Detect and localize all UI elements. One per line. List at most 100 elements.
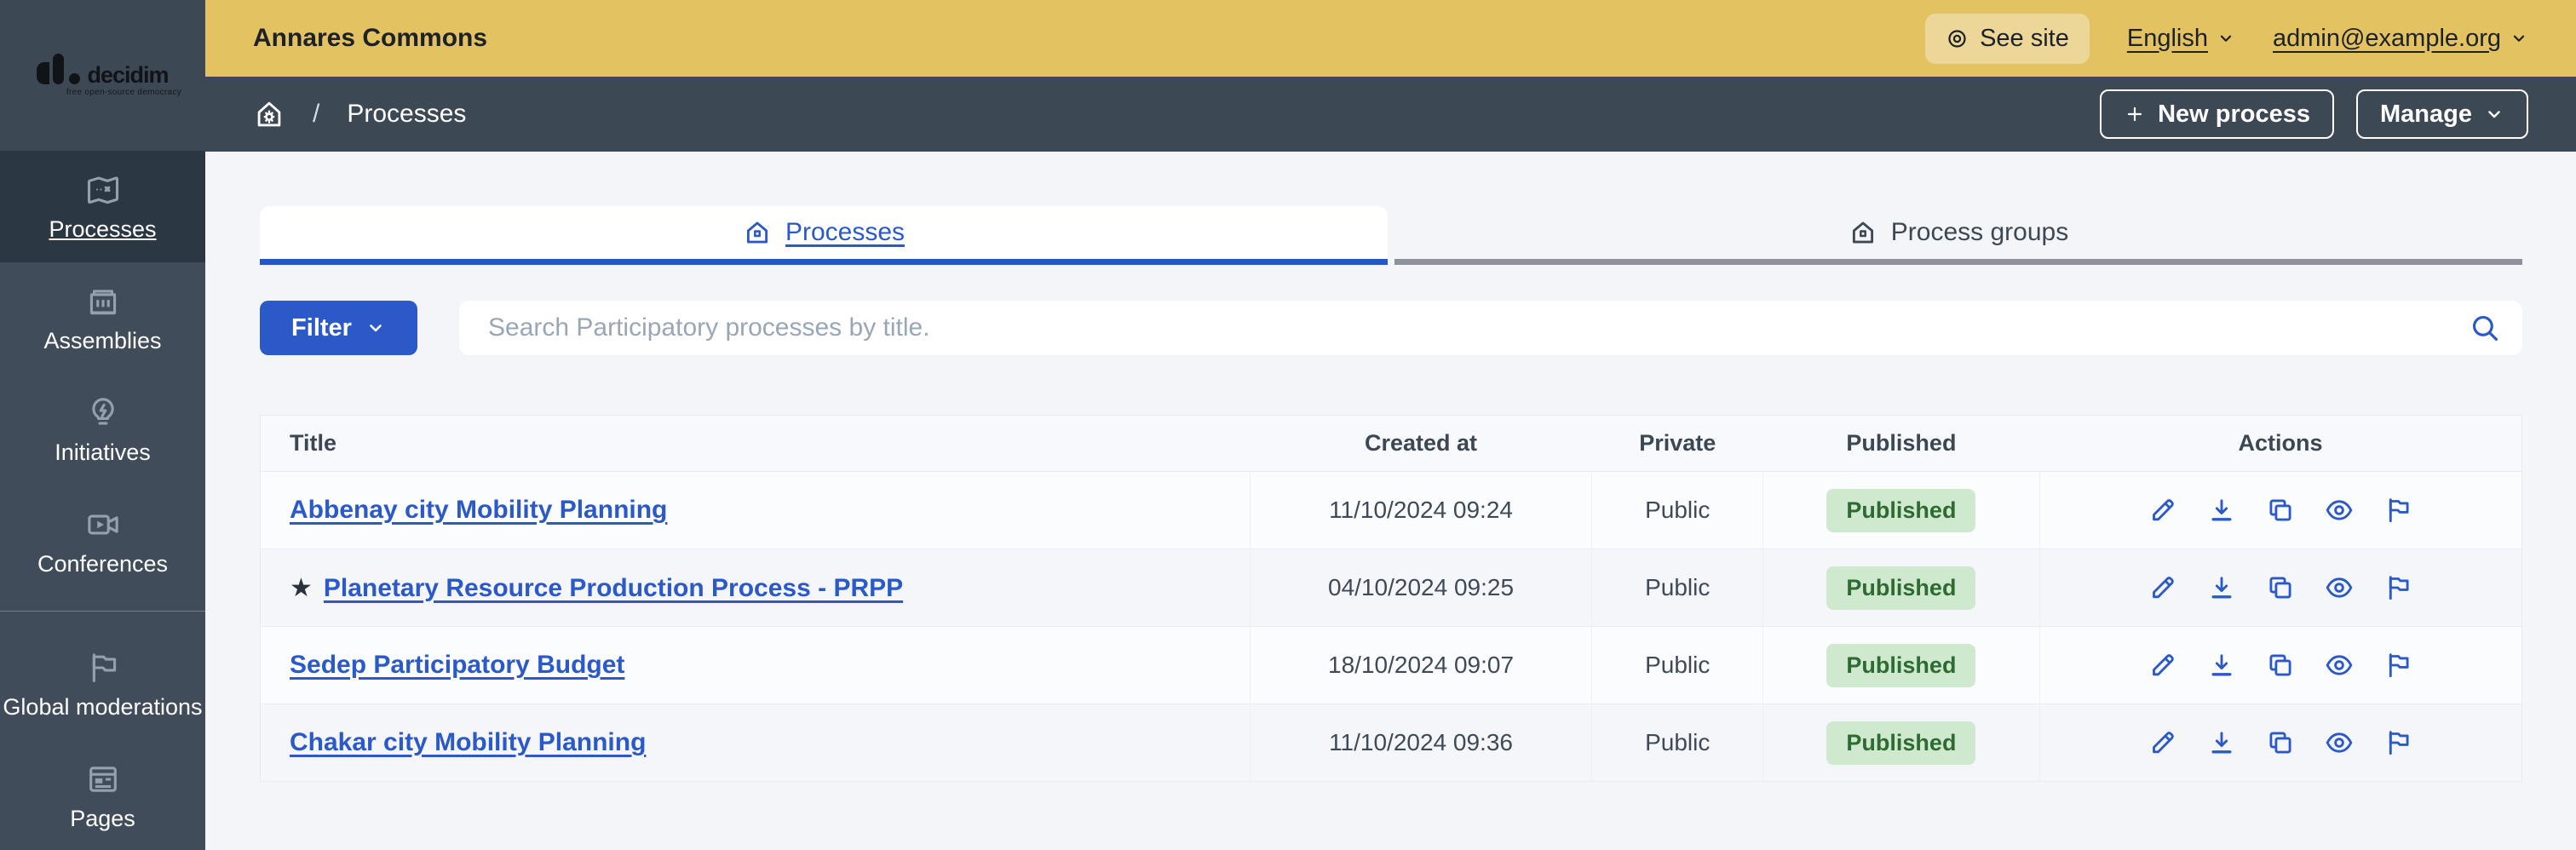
manage-label: Manage xyxy=(2380,100,2472,128)
duplicate-copy-icon[interactable] xyxy=(2265,572,2296,603)
moderation-flag-icon[interactable] xyxy=(2383,650,2413,681)
column-header-published: Published xyxy=(1762,415,2040,472)
space-tabs: Processes Process groups xyxy=(260,206,2522,265)
video-camera-icon xyxy=(84,506,122,543)
export-download-icon[interactable] xyxy=(2206,495,2237,526)
moderation-flag-icon[interactable] xyxy=(2383,727,2413,758)
created-at-cell: 11/10/2024 09:36 xyxy=(1249,704,1592,782)
sidebar-item-global-moderations[interactable]: Global moderations xyxy=(0,629,205,740)
organization-name: Annares Commons xyxy=(253,24,488,52)
decidim-logo-mark xyxy=(37,54,81,84)
search-input[interactable] xyxy=(488,313,2470,342)
export-download-icon[interactable] xyxy=(2206,727,2237,758)
process-title-link[interactable]: Sedep Participatory Budget xyxy=(290,651,624,679)
preview-eye-icon[interactable] xyxy=(2324,495,2355,526)
column-header-title: Title xyxy=(260,415,1251,472)
plus-icon xyxy=(2124,103,2146,125)
private-cell: Public xyxy=(1591,548,1763,627)
edit-pencil-icon[interactable] xyxy=(2148,727,2178,758)
process-title-link[interactable]: Abbenay city Mobility Planning xyxy=(290,496,667,524)
breadcrumb-home-link[interactable] xyxy=(253,98,285,130)
table-header-row: Title Created at Private Published Actio… xyxy=(260,415,2522,472)
manage-button[interactable]: Manage xyxy=(2356,89,2528,139)
breadcrumb: / Processes xyxy=(253,98,466,130)
language-label: English xyxy=(2126,24,2208,52)
preview-eye-icon[interactable] xyxy=(2324,727,2355,758)
search-box xyxy=(459,301,2522,355)
published-badge: Published xyxy=(1826,643,1976,687)
see-site-button[interactable]: See site xyxy=(1925,13,2090,64)
sidebar-item-label: Initiatives xyxy=(55,439,151,465)
edit-pencil-icon[interactable] xyxy=(2148,495,2178,526)
processes-table-wrap: Title Created at Private Published Actio… xyxy=(260,415,2522,782)
table-row: ★ Planetary Resource Production Process -… xyxy=(260,548,2522,627)
private-cell: Public xyxy=(1591,704,1763,782)
filter-button[interactable]: Filter xyxy=(260,301,417,355)
sidebar-item-label: Processes xyxy=(49,215,157,242)
chevron-down-icon xyxy=(2510,29,2528,48)
house-icon xyxy=(1849,218,1877,247)
search-icon[interactable] xyxy=(2470,313,2500,343)
breadcrumb-bar: / Processes New process Manage xyxy=(205,77,2576,152)
map-icon xyxy=(84,171,122,209)
duplicate-copy-icon[interactable] xyxy=(2265,650,2296,681)
decidim-logo: decidim free open-source democracy xyxy=(0,0,205,151)
sidebar-divider xyxy=(0,611,205,612)
new-process-button[interactable]: New process xyxy=(2100,89,2335,139)
table-row: Abbenay city Mobility Planning 11/10/202… xyxy=(260,471,2522,549)
sidebar-item-initiatives[interactable]: Initiatives xyxy=(0,374,205,485)
moderation-flag-icon[interactable] xyxy=(2383,572,2413,603)
filter-label: Filter xyxy=(291,313,352,342)
export-download-icon[interactable] xyxy=(2206,650,2237,681)
government-building-icon xyxy=(84,283,122,320)
tab-processes[interactable]: Processes xyxy=(260,206,1388,265)
top-bar: Annares Commons See site English admin@e… xyxy=(205,0,2576,77)
process-title-link[interactable]: Chakar city Mobility Planning xyxy=(290,728,646,756)
tab-label: Processes xyxy=(785,218,906,246)
see-site-label: See site xyxy=(1980,24,2069,52)
process-title-link[interactable]: Planetary Resource Production Process - … xyxy=(324,574,903,602)
main-content: Processes Process groups Filter Search P… xyxy=(205,152,2576,850)
private-cell: Public xyxy=(1591,471,1763,549)
filter-search-row: Filter xyxy=(260,301,2522,355)
export-download-icon[interactable] xyxy=(2206,572,2237,603)
edit-pencil-icon[interactable] xyxy=(2148,650,2178,681)
flag-icon xyxy=(84,649,122,686)
table-row: Sedep Participatory Budget 18/10/2024 09… xyxy=(260,626,2522,704)
table-row: Chakar city Mobility Planning 11/10/2024… xyxy=(260,704,2522,782)
duplicate-copy-icon[interactable] xyxy=(2265,495,2296,526)
published-badge: Published xyxy=(1826,488,1976,532)
breadcrumb-separator: / xyxy=(313,100,320,128)
moderation-flag-icon[interactable] xyxy=(2383,495,2413,526)
lightbulb-flash-icon xyxy=(84,394,122,432)
user-menu[interactable]: admin@example.org xyxy=(2273,25,2528,53)
preview-eye-icon[interactable] xyxy=(2324,572,2355,603)
published-badge: Published xyxy=(1826,721,1976,765)
preview-eye-icon[interactable] xyxy=(2324,650,2355,681)
created-at-cell: 11/10/2024 09:24 xyxy=(1249,471,1592,549)
column-header-actions: Actions xyxy=(2039,415,2522,472)
edit-pencil-icon[interactable] xyxy=(2148,572,2178,603)
sidebar-item-assemblies[interactable]: Assemblies xyxy=(0,262,205,374)
created-at-cell: 04/10/2024 09:25 xyxy=(1249,548,1592,627)
published-badge: Published xyxy=(1826,566,1976,610)
admin-sidebar: decidim free open-source democracy Proce… xyxy=(0,0,205,850)
breadcrumb-current: Processes xyxy=(347,100,467,128)
column-header-created-at: Created at xyxy=(1250,415,1592,472)
created-at-cell: 18/10/2024 09:07 xyxy=(1249,626,1592,704)
private-cell: Public xyxy=(1591,626,1763,704)
decidim-logo-tagline: free open-source democracy xyxy=(66,88,181,97)
sidebar-item-pages[interactable]: Pages xyxy=(0,740,205,850)
house-icon xyxy=(743,218,772,247)
eye-target-icon xyxy=(1946,27,1969,50)
sidebar-item-label: Assemblies xyxy=(43,327,162,353)
tab-label: Process groups xyxy=(1890,218,2069,246)
tab-process-groups[interactable]: Process groups xyxy=(1394,206,2522,265)
duplicate-copy-icon[interactable] xyxy=(2265,727,2296,758)
sidebar-item-conferences[interactable]: Conferences xyxy=(0,485,205,597)
sidebar-item-processes[interactable]: Processes xyxy=(0,151,205,262)
new-process-label: New process xyxy=(2158,100,2311,128)
home-gear-icon xyxy=(257,101,281,127)
decidim-logo-text: decidim xyxy=(87,61,169,88)
language-selector[interactable]: English xyxy=(2127,25,2235,53)
